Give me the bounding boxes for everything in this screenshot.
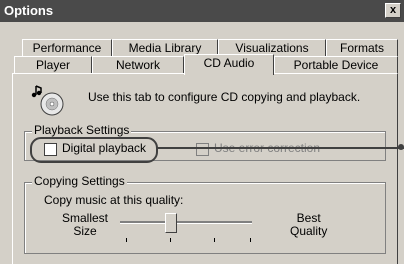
callout-line	[156, 147, 404, 149]
tab-performance[interactable]: Performance	[22, 39, 112, 57]
title-bar: Options x	[0, 0, 404, 22]
smallest-label: Smallest	[62, 211, 109, 225]
quality-word-label: Quality	[290, 224, 328, 238]
tab-formats[interactable]: Formats	[326, 39, 398, 57]
best-quality-label: Best Quality	[290, 211, 327, 238]
callout-circle	[30, 137, 158, 163]
tab-portable-device[interactable]: Portable Device	[274, 56, 398, 74]
smallest-size-label: Smallest Size	[62, 211, 108, 238]
slider-tick	[250, 238, 251, 242]
window-title: Options	[4, 3, 54, 18]
cd-music-icon	[30, 84, 64, 116]
copying-settings-legend: Copying Settings	[32, 174, 127, 188]
intro-text: Use this tab to configure CD copying and…	[88, 90, 361, 104]
slider-tick	[170, 238, 171, 242]
quality-slider-track[interactable]	[120, 221, 252, 224]
callout-dot	[398, 144, 404, 150]
playback-settings-legend: Playback Settings	[32, 123, 132, 137]
slider-tick	[126, 238, 127, 242]
quality-slider-thumb[interactable]	[165, 213, 177, 233]
quality-label: Copy music at this quality:	[44, 193, 184, 207]
error-correction-checkbox[interactable]	[196, 143, 209, 156]
tab-cd-audio[interactable]: CD Audio	[184, 54, 274, 75]
tab-network[interactable]: Network	[92, 56, 184, 74]
tab-player[interactable]: Player	[14, 56, 92, 74]
close-button[interactable]: x	[385, 3, 401, 18]
slider-tick	[214, 238, 215, 242]
size-label: Size	[73, 224, 97, 238]
best-label: Best	[296, 211, 321, 225]
